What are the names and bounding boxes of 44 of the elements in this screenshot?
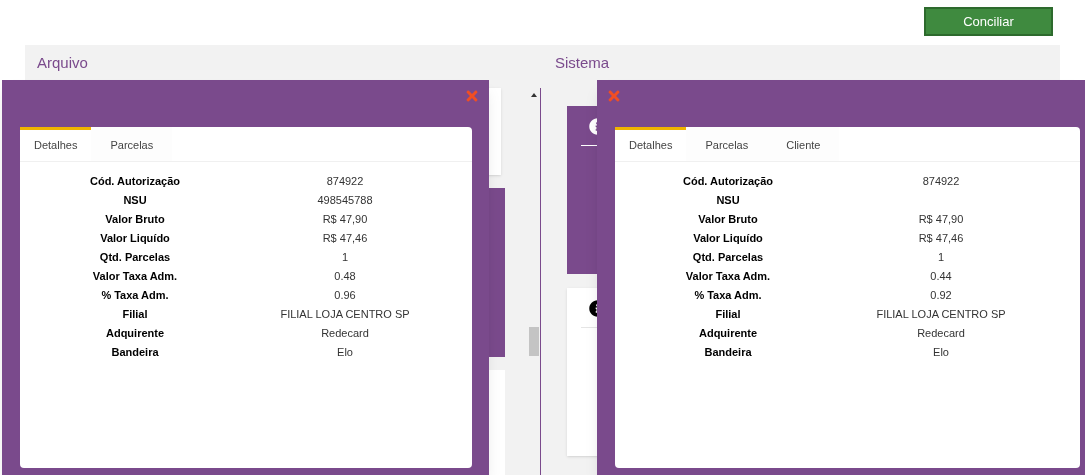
field-value: Elo xyxy=(933,346,949,359)
field-label: Adquirente xyxy=(698,327,758,340)
field-label: Valor Bruto xyxy=(105,213,165,226)
field-label: Qtd. Parcelas xyxy=(692,251,764,264)
field-label: Valor Taxa Adm. xyxy=(685,270,771,283)
field-value: FILIAL LOJA CENTRO SP xyxy=(280,308,410,321)
field-value: 0.44 xyxy=(930,270,952,283)
field-label: Valor Bruto xyxy=(698,213,758,226)
field-label: Valor Liquído xyxy=(100,232,170,245)
field-value: FILIAL LOJA CENTRO SP xyxy=(876,308,1006,321)
field-label: Valor Taxa Adm. xyxy=(92,270,178,283)
field-value: 874922 xyxy=(326,175,364,188)
field-label: Filial xyxy=(122,308,148,321)
field-label: Cód. Autorização xyxy=(89,175,180,188)
field-label: Filial xyxy=(715,308,741,321)
conciliar-button[interactable]: Conciliar xyxy=(924,7,1053,36)
close-button[interactable] xyxy=(606,88,622,104)
field-value: Redecard xyxy=(321,327,369,340)
panel-title: Sistema xyxy=(555,54,610,71)
field-value: 0.92 xyxy=(930,289,952,302)
field-value: Elo xyxy=(337,346,353,359)
field-label: Qtd. Parcelas xyxy=(99,251,171,264)
field-value: R$ 47,46 xyxy=(322,232,368,245)
field-value: 0.96 xyxy=(334,289,356,302)
field-value: Redecard xyxy=(917,327,965,340)
field-value: 498545788 xyxy=(317,194,373,207)
field-label: Adquirente xyxy=(105,327,165,340)
panel-title: Arquivo xyxy=(37,54,88,71)
field-value: R$ 47,90 xyxy=(322,213,368,226)
field-value: 1 xyxy=(937,251,945,264)
field-value: R$ 47,90 xyxy=(918,213,964,226)
field-label: Bandeira xyxy=(704,346,752,359)
close-button[interactable] xyxy=(464,88,480,104)
field-label: % Taxa Adm. xyxy=(101,289,169,302)
field-label: % Taxa Adm. xyxy=(694,289,762,302)
field-value: R$ 47,46 xyxy=(918,232,964,245)
field-label: Cód. Autorização xyxy=(682,175,773,188)
field-value: 1 xyxy=(341,251,349,264)
field-label: Valor Liquído xyxy=(693,232,763,245)
field-label: NSU xyxy=(716,194,740,207)
field-value: 874922 xyxy=(922,175,960,188)
field-label: NSU xyxy=(123,194,147,207)
field-value: 0.48 xyxy=(334,270,356,283)
field-label: Bandeira xyxy=(111,346,159,359)
